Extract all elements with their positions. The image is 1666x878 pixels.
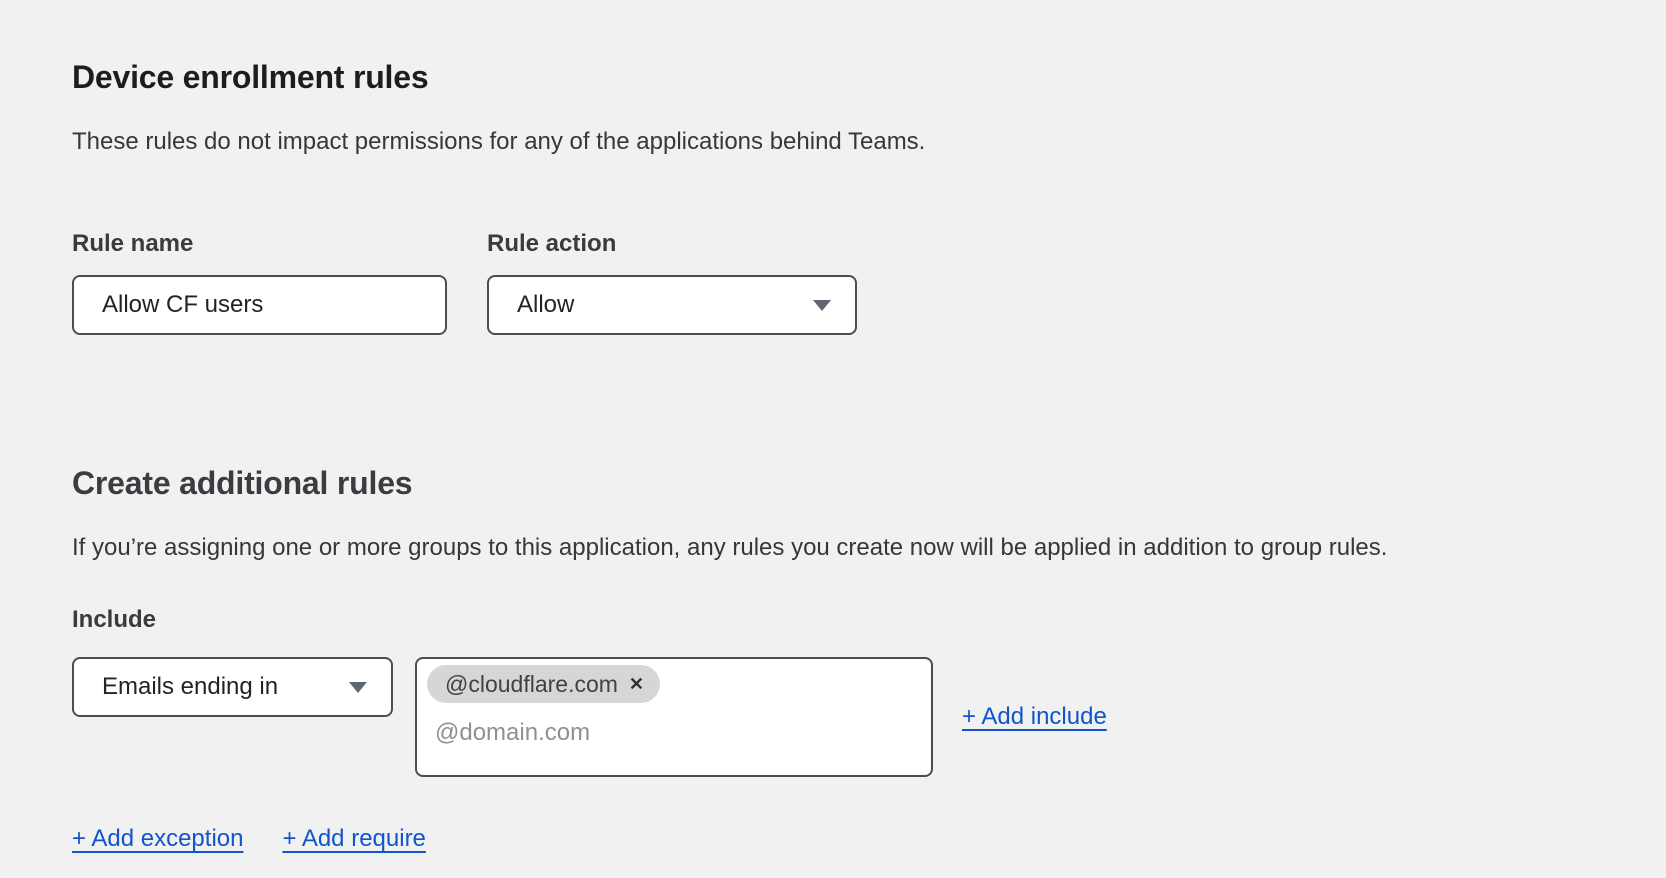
rule-action-label: Rule action xyxy=(487,228,857,259)
include-selector-selected-value: Emails ending in xyxy=(102,673,278,701)
rule-name-label: Rule name xyxy=(72,228,447,259)
additional-rules-title: Create additional rules xyxy=(72,464,1594,502)
page-title: Device enrollment rules xyxy=(72,0,1594,96)
add-exception-link[interactable]: + Add exception xyxy=(72,825,243,853)
bottom-links-row: + Add exception + Add require xyxy=(72,825,1594,853)
chevron-down-icon xyxy=(813,300,831,311)
rule-action-selected-value: Allow xyxy=(517,291,574,319)
add-include-link[interactable]: + Add include xyxy=(962,657,1107,777)
rule-name-group: Rule name xyxy=(72,228,447,335)
include-selector-select[interactable]: Emails ending in xyxy=(72,657,393,717)
rule-action-group: Rule action Allow xyxy=(487,228,857,335)
additional-rules-description: If you’re assigning one or more groups t… xyxy=(72,532,1594,563)
chevron-down-icon xyxy=(349,682,367,693)
include-value-tag-input[interactable]: @cloudflare.com ✕ xyxy=(415,657,933,777)
email-domain-tag: @cloudflare.com ✕ xyxy=(427,665,660,703)
device-enrollment-page: Device enrollment rules These rules do n… xyxy=(0,0,1666,853)
email-domain-tag-label: @cloudflare.com xyxy=(445,671,618,698)
rule-name-input[interactable] xyxy=(72,275,447,335)
device-rules-description: These rules do not impact permissions fo… xyxy=(72,126,1594,157)
include-rule-row: Emails ending in @cloudflare.com ✕ + Add… xyxy=(72,657,1594,777)
rule-form-row: Rule name Rule action Allow xyxy=(72,228,1594,335)
rule-action-select[interactable]: Allow xyxy=(487,275,857,335)
close-icon[interactable]: ✕ xyxy=(629,675,644,693)
include-label: Include xyxy=(72,604,1594,635)
email-domain-entry-input[interactable] xyxy=(427,718,877,748)
add-require-link[interactable]: + Add require xyxy=(282,825,425,853)
